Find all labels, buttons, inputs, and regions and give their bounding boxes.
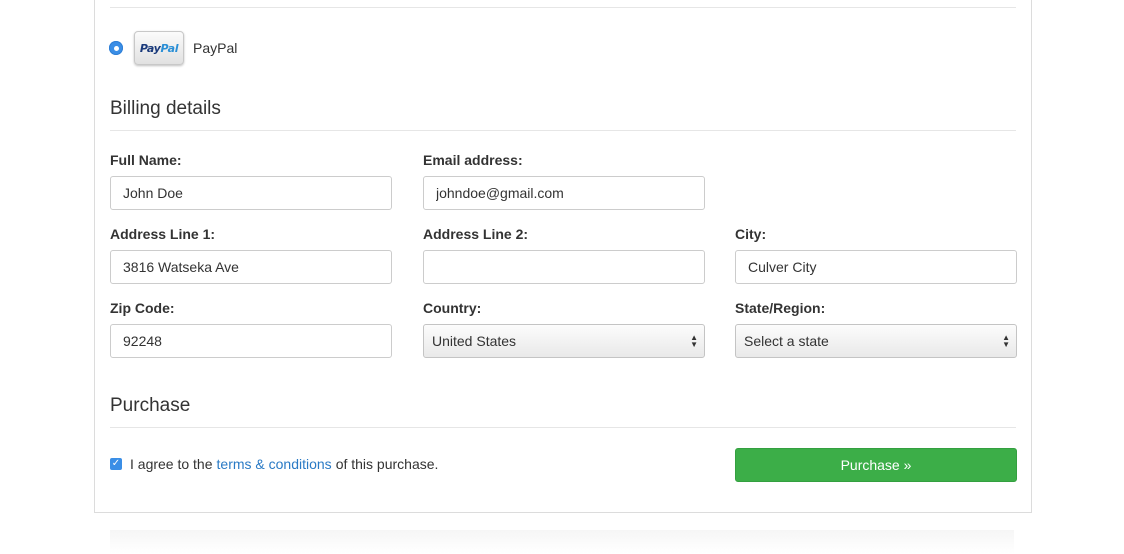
- paypal-label: PayPal: [193, 40, 238, 56]
- paypal-logo-text-pay: Pay: [139, 41, 161, 55]
- full-name-label: Full Name:: [110, 152, 182, 168]
- address-line-2-input[interactable]: [423, 250, 705, 284]
- terms-agreement: ✓ I agree to the terms & conditions of t…: [110, 456, 438, 472]
- email-input[interactable]: [423, 176, 705, 210]
- address-line-1-group: Address Line 1:: [110, 226, 392, 284]
- paypal-logo: Pay Pal: [134, 31, 184, 65]
- full-name-group: Full Name:: [110, 152, 392, 210]
- country-label: Country:: [423, 300, 482, 316]
- city-input[interactable]: [735, 250, 1017, 284]
- billing-divider: [110, 130, 1016, 131]
- country-select[interactable]: United States ▲ ▼: [423, 324, 705, 358]
- state-group: State/Region: Select a state ▲ ▼: [735, 300, 1017, 358]
- country-selected-value: United States: [432, 333, 517, 349]
- terms-link[interactable]: terms & conditions: [217, 456, 332, 472]
- state-label: State/Region:: [735, 300, 826, 316]
- page-footer-shadow: [110, 530, 1014, 554]
- zip-code-group: Zip Code:: [110, 300, 392, 358]
- zip-code-input[interactable]: [110, 324, 392, 358]
- purchase-title: Purchase: [110, 395, 191, 416]
- purchase-button[interactable]: Purchase »: [735, 448, 1017, 482]
- full-name-input[interactable]: [110, 176, 392, 210]
- address-line-2-group: Address Line 2:: [423, 226, 705, 284]
- state-select[interactable]: Select a state ▲ ▼: [735, 324, 1017, 358]
- select-arrows-icon: ▲ ▼: [1002, 333, 1010, 349]
- select-arrows-icon: ▲ ▼: [690, 333, 698, 349]
- email-group: Email address:: [423, 152, 705, 210]
- agree-checkbox[interactable]: ✓: [110, 458, 122, 470]
- checkout-card: Pay Pal PayPal Billing details Full Name:…: [94, 0, 1032, 513]
- city-label: City:: [735, 226, 767, 242]
- email-label: Email address:: [423, 152, 523, 168]
- agree-prefix-text: I agree to the: [130, 456, 213, 472]
- state-selected-value: Select a state: [744, 333, 829, 349]
- paypal-radio[interactable]: [109, 41, 123, 55]
- address-line-1-input[interactable]: [110, 250, 392, 284]
- radio-selected-dot: [113, 45, 119, 51]
- agree-suffix-text: of this purchase.: [335, 456, 439, 472]
- address-line-1-label: Address Line 1:: [110, 226, 216, 242]
- city-group: City:: [735, 226, 1017, 284]
- zip-code-label: Zip Code:: [110, 300, 175, 316]
- billing-details-title: Billing details: [110, 98, 221, 119]
- country-group: Country: United States ▲ ▼: [423, 300, 705, 358]
- payment-option-paypal[interactable]: Pay Pal PayPal: [109, 31, 237, 65]
- purchase-divider: [110, 427, 1016, 428]
- divider: [110, 7, 1016, 8]
- address-line-2-label: Address Line 2:: [423, 226, 529, 242]
- paypal-logo-text-pal: Pal: [160, 41, 179, 55]
